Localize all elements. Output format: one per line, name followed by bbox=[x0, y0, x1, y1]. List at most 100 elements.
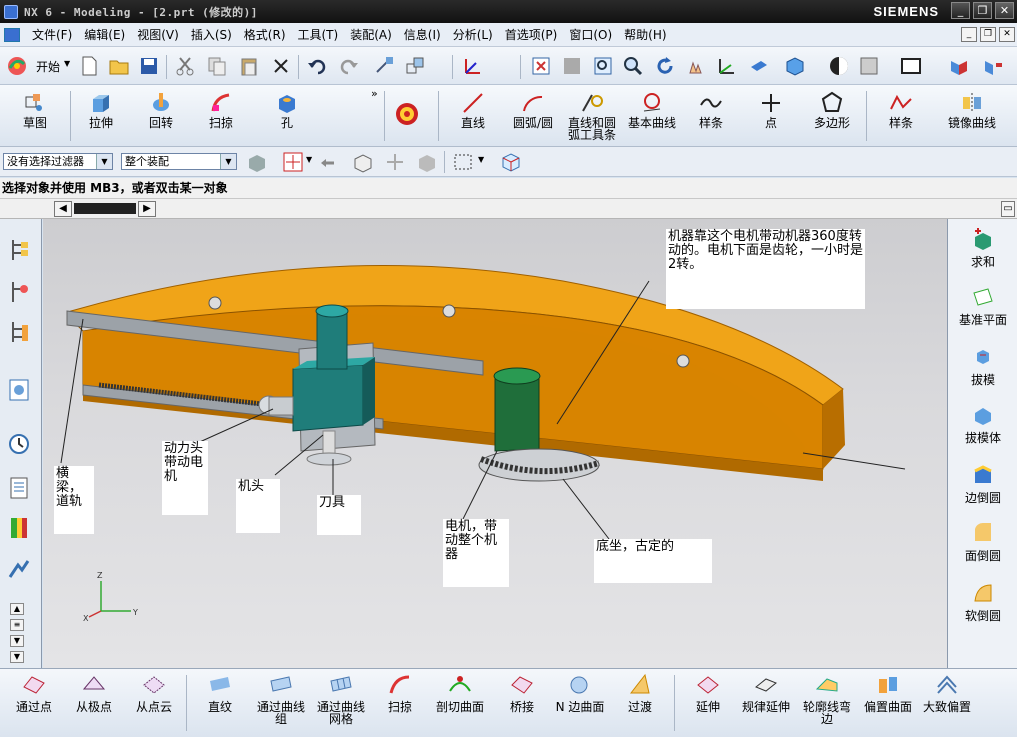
tool-spline-2[interactable]: 样条 bbox=[880, 87, 922, 143]
tool-draft-body[interactable]: 拔模体 bbox=[948, 403, 1017, 446]
menu-info[interactable]: 信息(I) bbox=[404, 26, 441, 43]
menu-view[interactable]: 视图(V) bbox=[137, 26, 179, 43]
menu-format[interactable]: 格式(R) bbox=[244, 26, 286, 43]
maximize-button[interactable]: ❐ bbox=[973, 2, 992, 19]
tool-transition[interactable]: 过渡 bbox=[618, 673, 662, 713]
redo-icon[interactable] bbox=[338, 55, 360, 77]
panel-toggle-button[interactable]: ▭ bbox=[1001, 201, 1015, 217]
magnify-icon[interactable] bbox=[622, 55, 644, 77]
tool-datum-plane[interactable]: 基准平面 bbox=[948, 285, 1017, 328]
feature-select-icon[interactable] bbox=[352, 151, 374, 173]
tool-law-extension[interactable]: 规律延伸 bbox=[740, 673, 792, 713]
tool-sweep-surface[interactable]: 扫掠 bbox=[378, 673, 422, 713]
graphics-window[interactable]: Z Y X 机器靠这个电机带动机器360度转动的。电机下面是齿轮，一小时是2转。… bbox=[43, 219, 947, 668]
tool-extension[interactable]: 延伸 bbox=[686, 673, 730, 713]
tool-mirror-curve[interactable]: 镜像曲线 bbox=[944, 87, 1000, 143]
shading-icon[interactable] bbox=[828, 55, 850, 77]
tool-sweep[interactable]: 扫掠 bbox=[200, 87, 242, 143]
save-icon[interactable] bbox=[138, 55, 160, 77]
orient-view-icon[interactable] bbox=[716, 55, 738, 77]
tool-edge-blend[interactable]: 边倒圆 bbox=[948, 463, 1017, 506]
start-icon[interactable] bbox=[6, 55, 28, 77]
tool-draft[interactable]: 拔模 bbox=[948, 345, 1017, 388]
doc-restore-button[interactable]: ❐ bbox=[980, 27, 996, 42]
scroll-left-button[interactable]: ◀ bbox=[54, 201, 72, 217]
snap-point-icon[interactable] bbox=[282, 151, 304, 173]
palette-icon[interactable] bbox=[7, 515, 31, 541]
tool-extrude[interactable]: 拉伸 bbox=[80, 87, 122, 143]
pan-icon[interactable] bbox=[684, 55, 706, 77]
selection-scope-select[interactable]: 整个装配 ▼ bbox=[121, 153, 237, 170]
assembly-navigator-icon[interactable] bbox=[7, 237, 31, 263]
open-folder-icon[interactable] bbox=[108, 55, 130, 77]
chevron-down-icon[interactable]: ▼ bbox=[306, 155, 312, 164]
history-icon[interactable] bbox=[7, 431, 31, 457]
tool-profile-flange[interactable]: 轮廓线弯边 bbox=[800, 673, 854, 725]
render-style-icon[interactable] bbox=[784, 55, 806, 77]
system-materials-icon[interactable] bbox=[7, 475, 31, 501]
selection-filter-select[interactable]: 没有选择过滤器 ▼ bbox=[3, 153, 113, 170]
tool-polygon[interactable]: 多边形 bbox=[808, 87, 856, 143]
assembly-select-icon[interactable] bbox=[500, 151, 522, 173]
tool-through-points[interactable]: 通过点 bbox=[12, 673, 56, 713]
menu-assembly[interactable]: 装配(A) bbox=[350, 26, 392, 43]
tool-curve-mesh[interactable]: 通过曲线网格 bbox=[314, 673, 368, 725]
scroll-right-button[interactable]: ▶ bbox=[138, 201, 156, 217]
undo-icon[interactable] bbox=[306, 55, 328, 77]
tool-line-arc-toolbar[interactable]: 直线和圆弧工具条 bbox=[566, 87, 618, 143]
close-button[interactable]: ✕ bbox=[995, 2, 1014, 19]
tool-through-curves[interactable]: 通过曲线组 bbox=[254, 673, 308, 725]
scroll-up-button[interactable]: ▲ bbox=[10, 603, 24, 615]
menu-file[interactable]: 文件(F) bbox=[32, 26, 72, 43]
part-navigator-icon[interactable] bbox=[7, 319, 31, 345]
menu-help[interactable]: 帮助(H) bbox=[624, 26, 666, 43]
select-undo-icon[interactable] bbox=[318, 151, 340, 173]
scroll-end-button[interactable]: ▼ bbox=[10, 651, 24, 663]
fit-view-icon[interactable] bbox=[530, 55, 552, 77]
menu-edit[interactable]: 编辑(E) bbox=[84, 26, 125, 43]
tool-spline[interactable]: 样条 bbox=[690, 87, 732, 143]
tool-rough-offset[interactable]: 大致偏置 bbox=[920, 673, 974, 713]
copy-icon[interactable] bbox=[206, 55, 228, 77]
component-icon[interactable] bbox=[982, 55, 1004, 77]
tool-revolve[interactable]: 回转 bbox=[140, 87, 182, 143]
cut-icon[interactable] bbox=[174, 55, 196, 77]
more-chevron-icon[interactable]: » bbox=[371, 87, 378, 100]
assembly-nav-icon[interactable] bbox=[948, 55, 970, 77]
copy-object-icon[interactable] bbox=[404, 55, 426, 77]
scroll-lines-button[interactable]: ≡ bbox=[10, 619, 24, 631]
perspective-icon[interactable] bbox=[748, 55, 770, 77]
menu-window[interactable]: 窗口(O) bbox=[569, 26, 612, 43]
tool-point-cloud[interactable]: 从点云 bbox=[132, 673, 176, 713]
layer-frame-icon[interactable] bbox=[900, 55, 922, 77]
tool-section-surface[interactable]: 剖切曲面 bbox=[432, 673, 488, 713]
role-icon[interactable] bbox=[7, 557, 31, 583]
doc-minimize-button[interactable]: _ bbox=[961, 27, 977, 42]
reuse-library-icon[interactable] bbox=[7, 377, 31, 403]
tool-from-poles[interactable]: 从极点 bbox=[72, 673, 116, 713]
tool-point[interactable]: 点 bbox=[750, 87, 792, 143]
background-icon[interactable] bbox=[858, 55, 880, 77]
rotate-view-icon[interactable] bbox=[654, 55, 676, 77]
menu-tools[interactable]: 工具(T) bbox=[298, 26, 339, 43]
scroll-down-button[interactable]: ▼ bbox=[10, 635, 24, 647]
snap-vertex-icon[interactable] bbox=[384, 151, 406, 173]
tool-arc[interactable]: 圆弧/圆 bbox=[508, 87, 558, 143]
constraint-navigator-icon[interactable] bbox=[7, 279, 31, 305]
menu-insert[interactable]: 插入(S) bbox=[191, 26, 232, 43]
scroll-thumb[interactable] bbox=[74, 203, 136, 214]
paste-icon[interactable] bbox=[238, 55, 260, 77]
minimize-button[interactable]: _ bbox=[951, 2, 970, 19]
tool-sketch[interactable]: 草图 bbox=[14, 87, 56, 143]
chevron-down-icon[interactable]: ▼ bbox=[478, 155, 484, 164]
tool-unite[interactable]: 求和 bbox=[948, 227, 1017, 270]
tool-ruled[interactable]: 直纹 bbox=[198, 673, 242, 713]
tool-hole[interactable]: 孔 bbox=[266, 87, 308, 143]
doc-close-button[interactable]: ✕ bbox=[999, 27, 1015, 42]
tool-bridge[interactable]: 桥接 bbox=[500, 673, 544, 713]
general-select-icon[interactable] bbox=[246, 151, 268, 173]
curve-toolbar-icon[interactable] bbox=[394, 101, 420, 127]
transform-icon[interactable] bbox=[374, 55, 396, 77]
tool-soft-blend[interactable]: 软倒圆 bbox=[948, 581, 1017, 624]
new-file-icon[interactable] bbox=[78, 55, 100, 77]
